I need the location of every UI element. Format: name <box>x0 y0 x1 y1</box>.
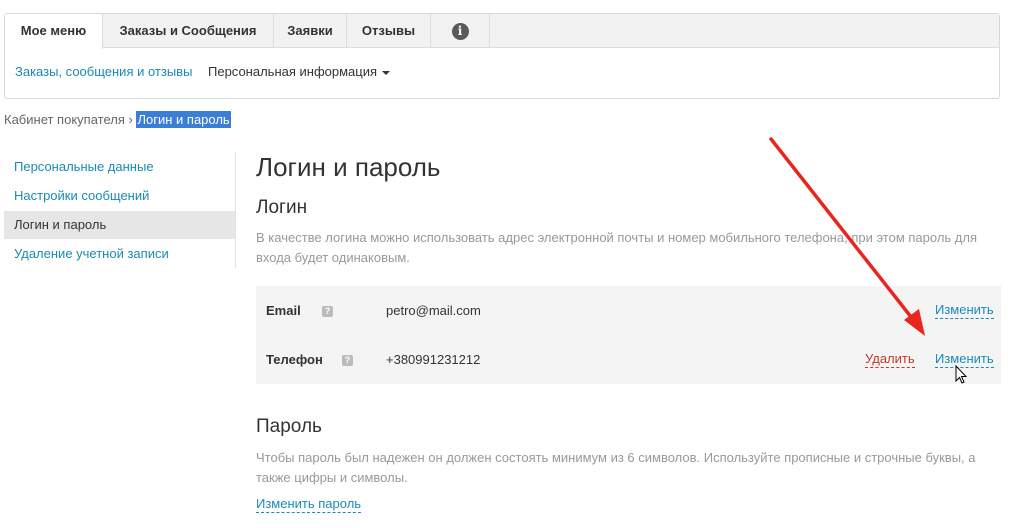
login-table: Email ? petro@mail.com Изменить Телефон … <box>256 286 1001 384</box>
sidebar: Персональные данные Настройки сообщений … <box>4 152 236 268</box>
edit-email-button[interactable]: Изменить <box>935 303 994 319</box>
personal-info-dropdown[interactable]: Персональная информация <box>208 64 391 79</box>
login-section-heading: Логин <box>256 197 308 218</box>
phone-value: +380991231212 <box>386 352 481 367</box>
phone-label: Телефон <box>266 352 323 367</box>
sidebar-item-message-settings[interactable]: Настройки сообщений <box>4 182 235 210</box>
password-section-heading: Пароль <box>256 416 322 437</box>
chevron-down-icon <box>382 70 391 75</box>
tab-orders-messages[interactable]: Заказы и Сообщения <box>103 14 274 48</box>
password-section-note: Чтобы пароль был надежен он должен состо… <box>256 450 976 485</box>
info-icon: i <box>451 23 469 41</box>
help-icon[interactable]: ? <box>342 355 353 366</box>
change-password-link[interactable]: Изменить пароль <box>256 497 362 513</box>
breadcrumb-separator: › <box>128 112 133 127</box>
sidebar-item-login-password[interactable]: Логин и пароль <box>4 211 235 239</box>
personal-info-label: Персональная информация <box>208 64 378 79</box>
orders-link-label[interactable]: Заказы, сообщения и отзывы <box>15 64 192 79</box>
login-section-note: В качестве логина можно использовать адр… <box>256 230 978 265</box>
breadcrumb-current: Логин и пароль <box>136 111 231 128</box>
tab-my-menu[interactable]: Мое меню <box>5 14 103 49</box>
tab-requests[interactable]: Заявки <box>274 14 347 48</box>
email-value: petro@mail.com <box>386 303 481 318</box>
help-icon[interactable]: ? <box>322 306 333 317</box>
subnav-orders-link[interactable]: Заказы, сообщения и отзывы <box>15 64 192 79</box>
table-row-email: Email ? petro@mail.com Изменить <box>256 286 1001 335</box>
page-title: Логин и пароль <box>256 152 441 182</box>
sidebar-item-delete-account[interactable]: Удаление учетной записи <box>4 240 235 268</box>
breadcrumb: Кабинет покупателя › Логин и пароль <box>4 111 231 128</box>
sidebar-item-personal-data[interactable]: Персональные данные <box>4 153 235 181</box>
tab-info[interactable]: i <box>431 14 490 48</box>
top-navigation-panel: Мое меню Заказы и Сообщения Заявки Отзыв… <box>4 13 1000 99</box>
main-tabs: Мое меню Заказы и Сообщения Заявки Отзыв… <box>5 14 999 49</box>
tab-reviews[interactable]: Отзывы <box>347 14 431 48</box>
edit-phone-button[interactable]: Изменить <box>935 352 994 368</box>
table-row-phone: Телефон ? +380991231212 Удалить Изменить <box>256 335 1001 384</box>
breadcrumb-parent[interactable]: Кабинет покупателя <box>4 112 125 127</box>
delete-phone-button[interactable]: Удалить <box>865 352 915 368</box>
email-label: Email <box>266 303 301 318</box>
